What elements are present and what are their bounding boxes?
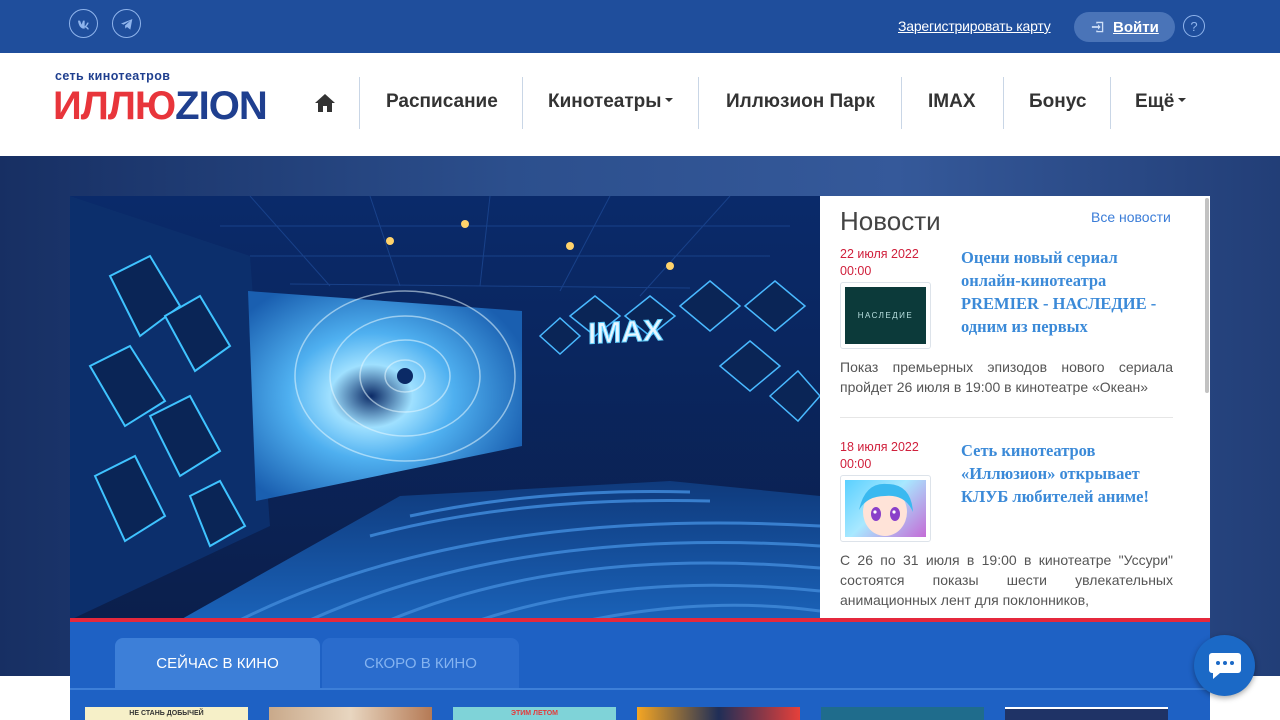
movies-tabs-section: СЕЙЧАС В КИНО СКОРО В КИНО <box>70 622 1210 720</box>
login-label: Войти <box>1113 18 1159 36</box>
nav-more-label: Ещё <box>1135 91 1175 112</box>
news-summary: Показ премьерных эпизодов нового сериала… <box>840 359 1173 395</box>
nav-separator <box>1110 77 1111 129</box>
thumbnail-title: НАСЛЕДИЕ <box>857 311 914 320</box>
chevron-down-icon <box>1178 97 1187 102</box>
movie-poster[interactable] <box>821 707 984 720</box>
movie-poster[interactable] <box>269 707 432 720</box>
nav-separator <box>698 77 699 129</box>
logo-part4: ON <box>208 84 268 128</box>
news-scrollbar[interactable] <box>1205 198 1209 393</box>
chat-button[interactable] <box>1194 635 1255 696</box>
imax-hall-illustration: IMAX <box>70 196 820 620</box>
chat-icon <box>1208 652 1241 679</box>
register-card-link[interactable]: Зарегистрировать карту <box>898 18 1051 34</box>
news-headline[interactable]: Оцени новый сериал онлайн-кинотеатра PRE… <box>961 246 1176 338</box>
imax-sign: IMAX <box>588 314 663 351</box>
logo-part1: ИЛЛЮ <box>53 84 176 128</box>
news-summary: С 26 по 31 июля в 19:00 в кинотеатре "Ус… <box>840 552 1173 608</box>
logo-part2: Z <box>175 84 199 128</box>
movie-poster[interactable] <box>637 707 800 720</box>
home-icon[interactable] <box>313 91 337 115</box>
anime-character-image <box>859 483 913 536</box>
movie-poster[interactable] <box>1005 707 1168 720</box>
tabs-underline <box>70 688 1210 690</box>
news-date: 18 июля 2022 00:00 <box>840 440 919 471</box>
news-thumbnail[interactable] <box>840 475 931 542</box>
news-date: 22 июля 2022 00:00 <box>840 247 919 278</box>
movie-poster[interactable]: ЭТИМ ЛЕТОМ <box>453 707 616 720</box>
help-icon[interactable]: ? <box>1183 15 1205 37</box>
vk-icon[interactable] <box>69 9 98 38</box>
news-divider <box>840 417 1173 418</box>
nav-schedule[interactable]: Расписание <box>386 91 498 113</box>
nav-separator <box>901 77 902 129</box>
nav-illusion-park[interactable]: Иллюзион Парк <box>726 91 875 113</box>
nav-bonus[interactable]: Бонус <box>1029 91 1086 113</box>
nav-cinemas[interactable]: Кинотеатры <box>548 91 674 113</box>
chevron-down-icon <box>665 97 674 102</box>
nav-separator <box>522 77 523 129</box>
news-thumbnail[interactable]: НАСЛЕДИЕ <box>840 282 931 349</box>
nav-separator <box>1003 77 1004 129</box>
login-button[interactable]: Войти <box>1074 12 1175 42</box>
tab-coming-soon[interactable]: СКОРО В КИНО <box>322 638 519 688</box>
movie-poster[interactable]: НЕ СТАНЬ ДОБЫЧЕЙ <box>85 707 248 720</box>
top-bar: Зарегистрировать карту Войти ? <box>0 0 1280 53</box>
nav-imax[interactable]: IMAX <box>928 91 976 113</box>
login-icon <box>1091 21 1104 33</box>
telegram-icon[interactable] <box>112 9 141 38</box>
site-logo[interactable]: ИЛЛЮZION <box>53 81 268 131</box>
nav-separator <box>359 77 360 129</box>
site-header: сеть кинотеатров ИЛЛЮZION Расписание Кин… <box>0 53 1280 156</box>
news-panel: Новости Все новости 22 июля 2022 00:00 Н… <box>820 196 1210 620</box>
logo-part3: I <box>198 84 210 128</box>
hero-slide[interactable]: IMAX <box>70 196 820 620</box>
nav-cinemas-label: Кинотеатры <box>548 91 662 112</box>
all-news-link[interactable]: Все новости <box>1091 209 1171 225</box>
news-title: Новости <box>840 206 941 236</box>
tab-now-showing[interactable]: СЕЙЧАС В КИНО <box>115 638 320 688</box>
nav-more[interactable]: Ещё <box>1135 91 1187 113</box>
news-headline[interactable]: Сеть кинотеатров «Иллюзион» открывает КЛ… <box>961 439 1176 508</box>
